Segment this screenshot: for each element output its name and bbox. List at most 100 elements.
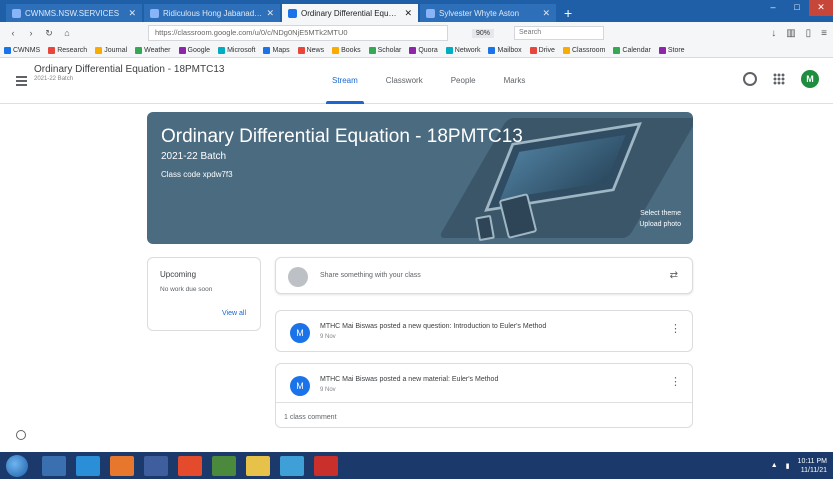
bookmark-item[interactable]: Mailbox bbox=[488, 47, 522, 54]
browser-tab[interactable]: CWNMS.NSW.SERVICES ✕ bbox=[6, 4, 142, 22]
tab-people[interactable]: People bbox=[437, 58, 490, 104]
bookmark-item[interactable]: Drive bbox=[529, 47, 555, 54]
more-options-icon[interactable]: ⋮ bbox=[670, 324, 681, 335]
browser-tab[interactable]: Ridiculous Hong Jabanad Chrome✕ bbox=[144, 4, 280, 22]
bookmark-item[interactable]: Microsoft bbox=[218, 47, 255, 54]
select-theme-link[interactable]: Select theme bbox=[639, 208, 681, 219]
tab-favicon-icon bbox=[288, 8, 297, 18]
post-date: 9 Nov bbox=[320, 387, 336, 393]
bookmark-item[interactable]: Calendar bbox=[613, 47, 651, 54]
address-bar[interactable]: https://classroom.google.com/u/0/c/NDg0N… bbox=[148, 25, 448, 41]
app-icon[interactable] bbox=[212, 455, 236, 476]
close-window-icon[interactable]: ✕ bbox=[809, 0, 833, 16]
tab-label: Ridiculous Hong Jabanad Chrome bbox=[163, 8, 263, 18]
network-icon[interactable]: ▮ bbox=[786, 462, 790, 470]
clock[interactable]: 10:11 PM 11/11/21 bbox=[798, 457, 827, 475]
bookmark-item[interactable]: Scholar bbox=[368, 47, 402, 54]
browser-tab-active[interactable]: Ordinary Differential Equation ✕ bbox=[282, 4, 418, 22]
download-icon[interactable]: ↓ bbox=[771, 28, 776, 39]
bookmark-item[interactable]: Google bbox=[178, 47, 210, 54]
user-avatar[interactable]: M bbox=[801, 70, 819, 88]
tab-stream[interactable]: Stream bbox=[318, 58, 372, 104]
maximize-icon[interactable]: □ bbox=[785, 0, 809, 16]
bookmark-item[interactable]: Books bbox=[332, 47, 361, 54]
tab-classwork[interactable]: Classwork bbox=[372, 58, 437, 104]
class-title[interactable]: Ordinary Differential Equation - 18PMTC1… bbox=[34, 64, 224, 75]
view-all-link[interactable]: View all bbox=[222, 310, 246, 317]
forward-icon[interactable]: › bbox=[24, 28, 38, 38]
bookmark-icon bbox=[263, 47, 271, 54]
tab-label: CWNMS.NSW.SERVICES bbox=[25, 8, 120, 18]
zoom-level[interactable]: 90% bbox=[472, 28, 495, 38]
bookmark-item[interactable]: Weather bbox=[135, 47, 171, 54]
minimize-icon[interactable]: – bbox=[761, 0, 785, 16]
bookmark-label: Scholar bbox=[377, 47, 402, 54]
firefox-icon[interactable] bbox=[110, 455, 134, 476]
bookmark-label: Microsoft bbox=[227, 47, 256, 54]
close-tab-icon[interactable]: ✕ bbox=[542, 8, 550, 19]
class-code[interactable]: Class code xpdw7f3 bbox=[161, 170, 233, 179]
repost-icon[interactable]: ⇄ bbox=[670, 270, 678, 281]
bookmark-label: Weather bbox=[144, 47, 171, 54]
bookmark-item[interactable]: Store bbox=[658, 47, 685, 54]
bookmark-item[interactable]: Research bbox=[48, 47, 87, 54]
close-tab-icon[interactable]: ✕ bbox=[266, 8, 274, 19]
bookmark-label: Books bbox=[341, 47, 361, 54]
bookmark-item[interactable]: Classroom bbox=[562, 47, 606, 54]
start-button[interactable] bbox=[6, 454, 28, 477]
bookmark-item[interactable]: Network bbox=[445, 47, 480, 54]
share-with-class-box[interactable]: Share something with your class ⇄ bbox=[275, 257, 693, 294]
bookmark-icon bbox=[95, 47, 103, 54]
upload-photo-link[interactable]: Upload photo bbox=[639, 219, 681, 230]
close-tab-icon[interactable]: ✕ bbox=[128, 8, 136, 19]
bookmark-icon bbox=[218, 47, 226, 54]
bookmark-item[interactable]: CWNMS bbox=[4, 47, 40, 54]
share-placeholder[interactable]: Share something with your class bbox=[320, 272, 421, 279]
browser-tab[interactable]: Sylvester Whyte Aston ✕ bbox=[420, 4, 556, 22]
overflow-menu-icon[interactable]: ≡ bbox=[821, 28, 827, 39]
bookmark-item[interactable]: Quora bbox=[409, 47, 438, 54]
back-icon[interactable]: ‹ bbox=[6, 28, 20, 38]
bookmark-item[interactable]: News bbox=[297, 47, 324, 54]
search-input[interactable]: Search bbox=[514, 26, 605, 40]
post-divider bbox=[276, 402, 692, 403]
stream-post[interactable]: M MTHC Mai Biswas posted a new material:… bbox=[275, 363, 693, 428]
clock-date: 11/11/21 bbox=[800, 466, 827, 474]
home-icon[interactable]: ⌂ bbox=[60, 28, 74, 38]
acrobat-icon[interactable] bbox=[314, 455, 338, 476]
bookmark-icon bbox=[368, 47, 376, 54]
more-options-icon[interactable]: ⋮ bbox=[670, 377, 681, 388]
google-apps-icon[interactable] bbox=[773, 73, 785, 85]
explorer-icon[interactable] bbox=[42, 455, 66, 476]
post-title[interactable]: MTHC Mai Biswas posted a new material: E… bbox=[320, 376, 498, 383]
tray-arrow-icon[interactable]: ▲ bbox=[771, 462, 778, 469]
new-tab-button[interactable]: + bbox=[564, 4, 572, 22]
bookmark-label: CWNMS bbox=[13, 47, 41, 54]
bookmark-item[interactable]: Maps bbox=[263, 47, 290, 54]
ie-icon[interactable] bbox=[76, 455, 100, 476]
bookmark-label: Journal bbox=[104, 47, 128, 54]
bookmark-item[interactable]: Journal bbox=[95, 47, 127, 54]
bookmark-icon bbox=[409, 47, 417, 54]
hamburger-menu-icon[interactable] bbox=[16, 76, 27, 88]
post-title[interactable]: MTHC Mai Biswas posted a new question: I… bbox=[320, 323, 546, 330]
class-comment-link[interactable]: 1 class comment bbox=[284, 410, 337, 421]
close-tab-icon[interactable]: ✕ bbox=[404, 8, 412, 19]
reload-icon[interactable]: ↻ bbox=[42, 28, 56, 39]
user-avatar-icon bbox=[288, 267, 308, 287]
class-banner: Ordinary Differential Equation - 18PMTC1… bbox=[147, 112, 693, 244]
post-assignment-icon: M bbox=[290, 323, 310, 343]
library-icon[interactable]: ▥ bbox=[786, 28, 795, 39]
tab-label: Ordinary Differential Equation bbox=[301, 8, 401, 18]
word-icon[interactable] bbox=[144, 455, 168, 476]
sidebar-icon[interactable]: ▯ bbox=[806, 28, 812, 39]
tab-marks[interactable]: Marks bbox=[490, 58, 540, 104]
help-icon[interactable] bbox=[16, 430, 26, 440]
stream-post[interactable]: M MTHC Mai Biswas posted a new question:… bbox=[275, 310, 693, 352]
media-icon[interactable] bbox=[280, 455, 304, 476]
bookmark-label: Classroom bbox=[571, 47, 606, 54]
chrome-icon[interactable] bbox=[178, 455, 202, 476]
settings-gear-icon[interactable] bbox=[743, 72, 757, 86]
folder-icon[interactable] bbox=[246, 455, 270, 476]
bookmark-icon bbox=[529, 47, 537, 54]
